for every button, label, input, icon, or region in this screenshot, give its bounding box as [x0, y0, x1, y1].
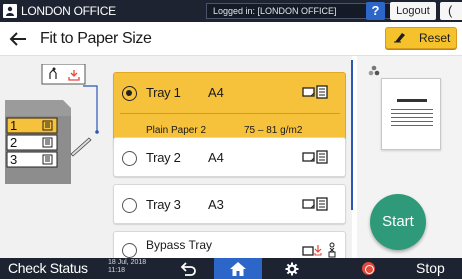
tray-3-name: Tray 3 [146, 197, 181, 212]
home-icon[interactable] [214, 258, 262, 279]
more-button[interactable]: ( [440, 2, 462, 20]
stop-icon[interactable] [362, 262, 375, 275]
tray-2-radio[interactable] [122, 151, 137, 166]
document-preview [381, 78, 441, 150]
date-time: 18 Jul, 2018 11:18 [108, 259, 146, 275]
bottom-bar: Check Status 18 Jul, 2018 11:18 Stop [0, 258, 462, 279]
reset-label: Reset [419, 31, 451, 45]
page-title: Fit to Paper Size [40, 30, 152, 47]
scroll-indicator[interactable] [351, 60, 353, 210]
tray-3-option[interactable]: Tray 3 A3 [113, 184, 346, 224]
paper-orientation-icon [302, 150, 328, 169]
user-icon [3, 4, 17, 18]
top-status-bar: LONDON OFFICE Logged in: [LONDON OFFICE]… [0, 0, 462, 22]
tray-1-radio[interactable] [122, 86, 137, 101]
tray-2-size: A4 [208, 150, 224, 165]
sort-output-icon [67, 68, 81, 86]
bypass-tray-radio[interactable] [122, 243, 137, 258]
tray-3-size: A3 [208, 197, 224, 212]
tray-2-name: Tray 2 [146, 150, 181, 165]
color-mode-icon [368, 64, 380, 82]
tray-1-divider [120, 113, 340, 114]
bypass-tray-name: Bypass Tray [146, 238, 213, 252]
machine-illustration: 1 2 3 [5, 63, 105, 190]
paper-orientation-icon [302, 85, 328, 104]
stop-button[interactable]: Stop [416, 260, 445, 276]
check-status-button[interactable]: Check Status [8, 260, 88, 276]
office-name: LONDON OFFICE [21, 4, 116, 18]
time-text: 11:18 [108, 267, 125, 274]
start-button[interactable]: Start [370, 194, 426, 250]
login-status-text: Logged in: [LONDON OFFICE] [213, 6, 337, 16]
tray-1-paper-weight: 75 – 81 g/m2 [244, 125, 303, 136]
help-button[interactable]: ? [366, 2, 385, 20]
user-info: LONDON OFFICE [3, 3, 116, 19]
date-text: 18 Jul, 2018 [108, 259, 147, 266]
reset-button[interactable]: Reset [385, 27, 457, 49]
tray-1-paper-type: Plain Paper 2 [146, 125, 207, 136]
title-bar: Fit to Paper Size Reset [0, 22, 462, 56]
tray-1-name: Tray 1 [146, 85, 181, 100]
tray-1-size: A4 [208, 85, 224, 100]
bypass-tray-option[interactable]: Bypass Tray [113, 231, 346, 258]
tray-number-1: 1 [10, 118, 18, 133]
back-arrow-icon[interactable] [6, 27, 30, 51]
return-icon[interactable] [166, 260, 210, 277]
paper-orientation-icon [302, 197, 328, 216]
logout-button[interactable]: Logout [390, 2, 436, 20]
tray-number-2: 2 [10, 135, 18, 150]
tray-3-radio[interactable] [122, 198, 137, 213]
eraser-icon [393, 31, 407, 46]
tray-2-option[interactable]: Tray 2 A4 [113, 137, 346, 177]
gear-icon[interactable] [270, 260, 314, 277]
output-icon [47, 67, 61, 85]
tray-number-3: 3 [10, 152, 18, 167]
